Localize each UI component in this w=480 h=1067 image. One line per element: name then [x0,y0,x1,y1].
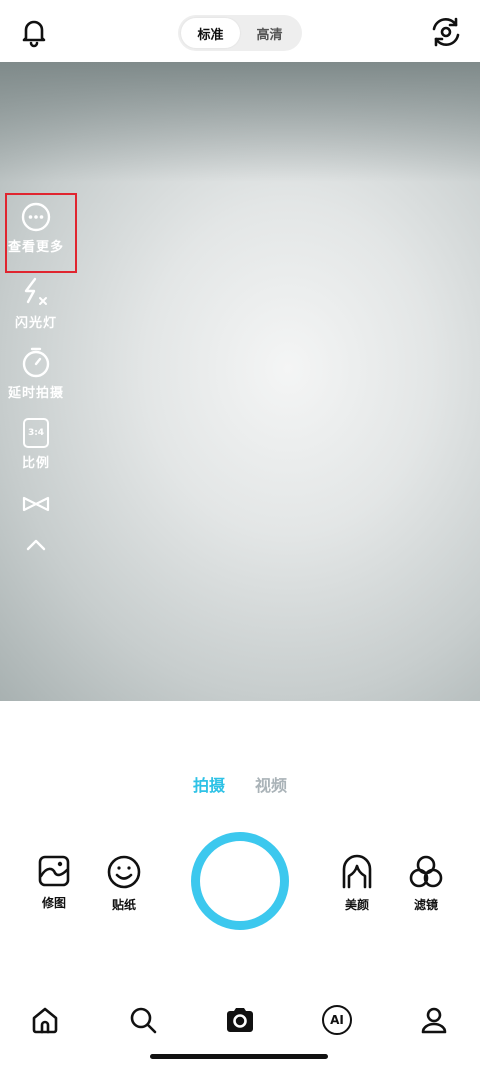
home-indicator [150,1054,328,1059]
nav-home[interactable] [27,1002,63,1038]
tab-video[interactable]: 视频 [255,772,287,802]
sticker-button[interactable]: 贴纸 [94,854,154,913]
profile-icon [421,1007,447,1034]
quality-option-standard[interactable]: 标准 [181,18,240,48]
edit-photo-button[interactable]: 修图 [24,854,84,911]
bottom-nav: AI [0,998,480,1042]
quality-option-hd[interactable]: 高清 [240,18,299,48]
camera-icon [227,1008,253,1032]
quality-toggle: 标准 高清 [178,15,302,51]
smile-sticker-icon [107,855,141,889]
mode-tabs: 拍摄 视频 [0,772,480,802]
filter-circles-icon [409,855,443,888]
filter-button[interactable]: 滤镜 [396,854,456,913]
flash-button[interactable]: 闪光灯 [0,276,72,331]
ratio-icon: 3:4 [23,418,49,448]
ratio-label: 比例 [21,456,50,471]
timer-label: 延时拍摄 [7,386,64,401]
ratio-button[interactable]: 3:4 比例 [0,418,72,471]
camera-viewfinder[interactable]: 查看更多 闪光灯 延时拍摄 3:4 比例 [0,62,480,701]
beauty-face-icon [342,854,372,889]
sticker-label: 贴纸 [111,898,136,912]
beauty-label: 美颜 [344,898,369,912]
camera-flip-icon[interactable] [428,14,464,50]
side-toolbar: 查看更多 闪光灯 延时拍摄 3:4 比例 [0,62,80,701]
effect-button[interactable] [0,494,72,514]
nav-profile[interactable] [416,1002,452,1038]
highlight-box [5,193,77,273]
collapse-button[interactable] [0,538,72,552]
infinity-icon [22,496,50,512]
filter-label: 滤镜 [413,898,438,912]
ai-icon: AI [322,1005,352,1035]
chevron-up-icon [26,539,46,551]
top-bar: 标准 高清 [0,0,480,62]
bell-icon[interactable] [18,16,50,48]
edit-photo-label: 修图 [41,896,66,910]
shutter-button[interactable] [191,832,289,930]
image-edit-icon [38,855,70,887]
flash-label: 闪光灯 [14,316,57,331]
timer-button[interactable]: 延时拍摄 [0,346,72,401]
tab-photo[interactable]: 拍摄 [193,772,225,802]
search-icon [130,1007,157,1034]
ratio-badge: 3:4 [27,428,45,438]
home-icon [32,1007,58,1034]
timer-icon [22,347,50,378]
nav-search[interactable] [125,1002,161,1038]
ai-label: AI [330,1013,344,1027]
beauty-button[interactable]: 美颜 [327,854,387,913]
nav-ai[interactable]: AI [319,1002,355,1038]
nav-camera[interactable] [222,1002,258,1038]
flash-off-icon [24,277,47,305]
